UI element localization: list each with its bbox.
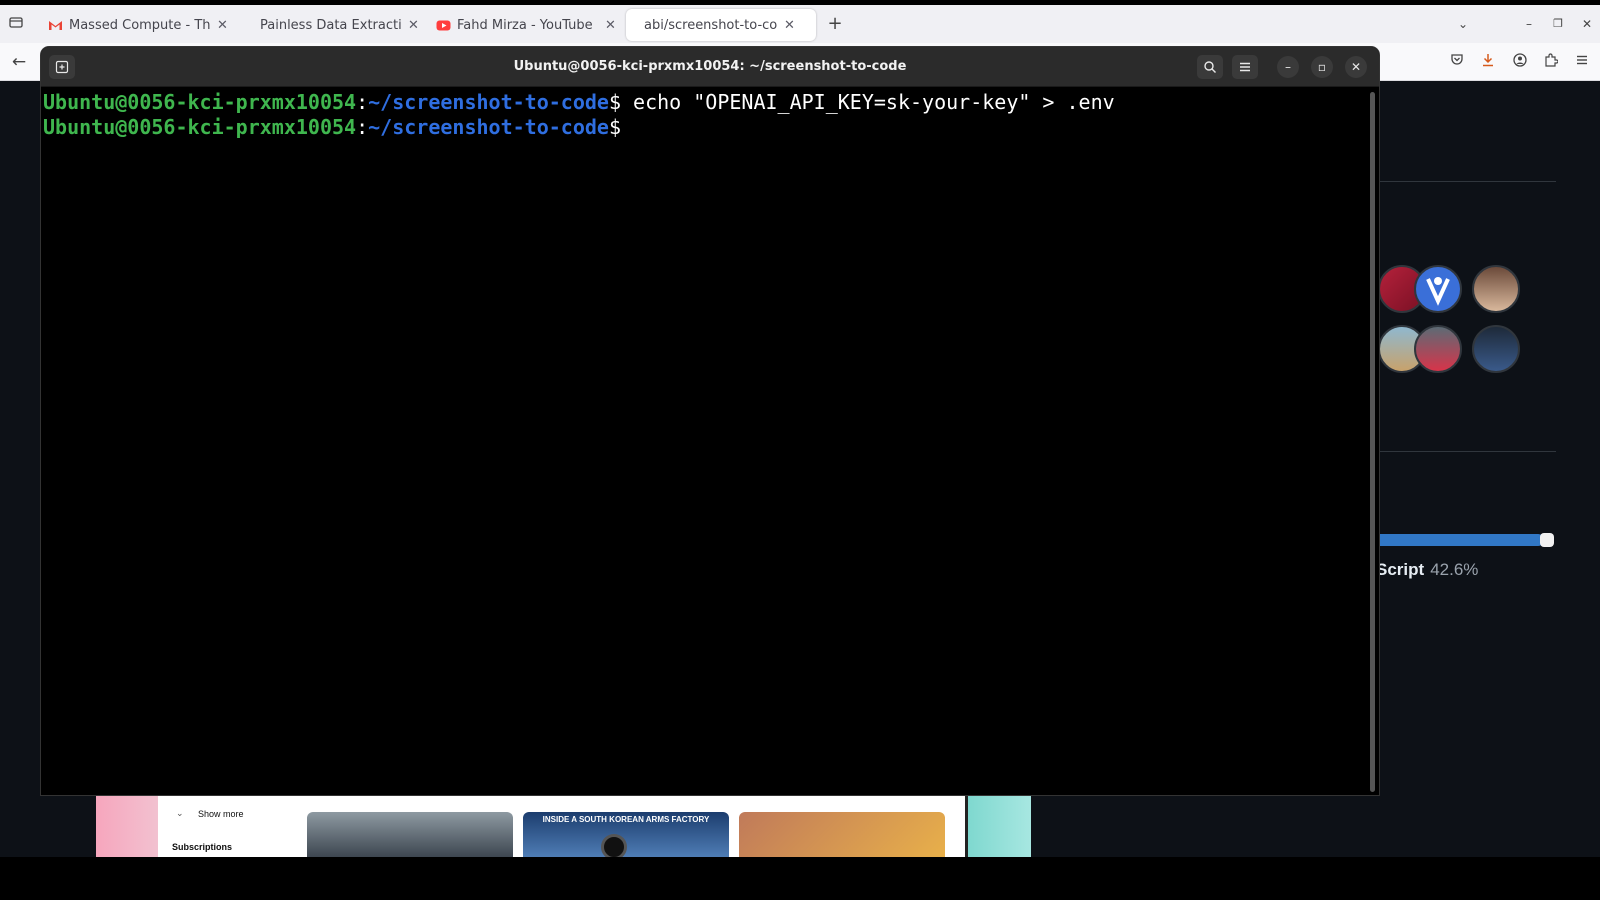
youtube-preview: ⌄ Show more Subscriptions INSIDE A SOUTH… xyxy=(96,796,1031,857)
maximize-icon[interactable]: ▫ xyxy=(1311,56,1333,78)
contributor-avatar[interactable] xyxy=(1472,265,1520,313)
tab-screenshot-to-code[interactable]: abi/screenshot-to-code: ✕ xyxy=(626,9,816,41)
youtube-sidebar: ⌄ Show more Subscriptions xyxy=(158,796,303,857)
terminal-line: Ubuntu@0056-kci-prxmx10054:~/screenshot-… xyxy=(43,115,1377,140)
terminal-window[interactable]: Ubuntu@0056-kci-prxmx10054: ~/screenshot… xyxy=(41,47,1379,795)
contributor-avatar[interactable] xyxy=(1414,325,1462,373)
close-icon[interactable]: ✕ xyxy=(1345,56,1367,78)
chevron-down-icon[interactable]: ⌄ xyxy=(176,808,184,819)
new-tab-button[interactable]: + xyxy=(824,13,846,35)
chevron-down-icon[interactable]: ⌄ xyxy=(1452,13,1474,35)
contributor-avatar[interactable] xyxy=(1414,265,1462,313)
prompt-user: Ubuntu@0056-kci-prxmx10054 xyxy=(43,90,357,114)
thumbnail-caption: INSIDE A SOUTH KOREAN ARMS FACTORY xyxy=(542,815,710,824)
youtube-icon xyxy=(436,18,451,33)
browser-tab-bar: Massed Compute - Think ✕ Painless Data E… xyxy=(0,5,1600,43)
tab-massed-compute[interactable]: Massed Compute - Think ✕ xyxy=(38,9,238,41)
new-tab-icon[interactable] xyxy=(49,55,75,79)
menu-icon[interactable] xyxy=(1232,55,1258,79)
hamburger-menu-icon[interactable] xyxy=(1571,51,1593,73)
terminal-line: Ubuntu@0056-kci-prxmx10054:~/screenshot-… xyxy=(43,90,1377,115)
tab-label: Fahd Mirza - YouTube xyxy=(457,17,593,33)
account-icon[interactable] xyxy=(1509,51,1531,73)
divider xyxy=(1378,181,1556,182)
close-tab-icon[interactable]: ✕ xyxy=(784,18,795,33)
thumbnail-graphic xyxy=(601,834,627,857)
pocket-icon[interactable] xyxy=(1446,51,1468,73)
tab-painless-data-extraction[interactable]: Painless Data Extraction ✕ xyxy=(250,9,429,41)
terminal-output[interactable]: Ubuntu@0056-kci-prxmx10054:~/screenshot-… xyxy=(41,87,1379,795)
close-tab-icon[interactable]: ✕ xyxy=(408,18,419,33)
tab-fahd-mirza-youtube[interactable]: Fahd Mirza - YouTube ✕ xyxy=(426,9,626,41)
scrollbar xyxy=(965,796,968,858)
video-thumbnail[interactable] xyxy=(739,812,945,857)
gmail-icon xyxy=(48,18,63,33)
tab-list-icon[interactable] xyxy=(5,13,27,35)
close-tab-icon[interactable]: ✕ xyxy=(605,18,616,33)
decorative-panel xyxy=(968,796,1031,857)
command-text: echo "OPENAI_API_KEY=sk-your-key" > .env xyxy=(621,90,1115,114)
tab-label: Massed Compute - Think xyxy=(69,17,211,33)
decorative-panel xyxy=(96,796,158,857)
prompt-separator: : xyxy=(356,115,369,139)
video-thumbnail[interactable]: INSIDE A SOUTH KOREAN ARMS FACTORY xyxy=(523,812,729,857)
minimize-icon[interactable]: – xyxy=(1518,13,1540,35)
prompt-path: ~/screenshot-to-code xyxy=(368,90,609,114)
video-thumbnail[interactable] xyxy=(307,812,513,857)
screen-bottom-bar xyxy=(0,857,1600,900)
close-tab-icon[interactable]: ✕ xyxy=(217,18,228,33)
subscriptions-heading: Subscriptions xyxy=(172,842,233,852)
language-percent: 42.6% xyxy=(1430,560,1479,579)
prompt-symbol: $ xyxy=(608,115,621,139)
prompt-path: ~/screenshot-to-code xyxy=(368,115,609,139)
language-bar-segment xyxy=(1540,533,1554,547)
terminal-scrollbar[interactable] xyxy=(1370,92,1375,792)
language-stat[interactable]: Script 42.6% xyxy=(1376,560,1478,580)
prompt-user: Ubuntu@0056-kci-prxmx10054 xyxy=(43,115,357,139)
prompt-separator: : xyxy=(356,90,369,114)
terminal-header: Ubuntu@0056-kci-prxmx10054: ~/screenshot… xyxy=(41,47,1379,87)
terminal-title: Ubuntu@0056-kci-prxmx10054: ~/screenshot… xyxy=(513,59,907,74)
language-bar xyxy=(1372,534,1544,546)
prompt-symbol: $ xyxy=(608,90,621,114)
language-name: Script xyxy=(1376,560,1425,579)
divider xyxy=(1378,451,1556,452)
back-arrow-icon[interactable]: ← xyxy=(8,51,30,73)
tab-label: Painless Data Extraction xyxy=(260,17,402,33)
contributor-avatar[interactable] xyxy=(1472,325,1520,373)
download-icon[interactable] xyxy=(1477,51,1499,73)
show-more-link[interactable]: Show more xyxy=(198,809,244,819)
close-window-icon[interactable]: ✕ xyxy=(1576,13,1598,35)
restore-icon[interactable]: ❐ xyxy=(1547,13,1569,35)
extensions-icon[interactable] xyxy=(1540,51,1562,73)
search-icon[interactable] xyxy=(1197,55,1223,79)
minimize-icon[interactable]: – xyxy=(1277,56,1299,78)
tab-label: abi/screenshot-to-code: xyxy=(644,17,778,33)
